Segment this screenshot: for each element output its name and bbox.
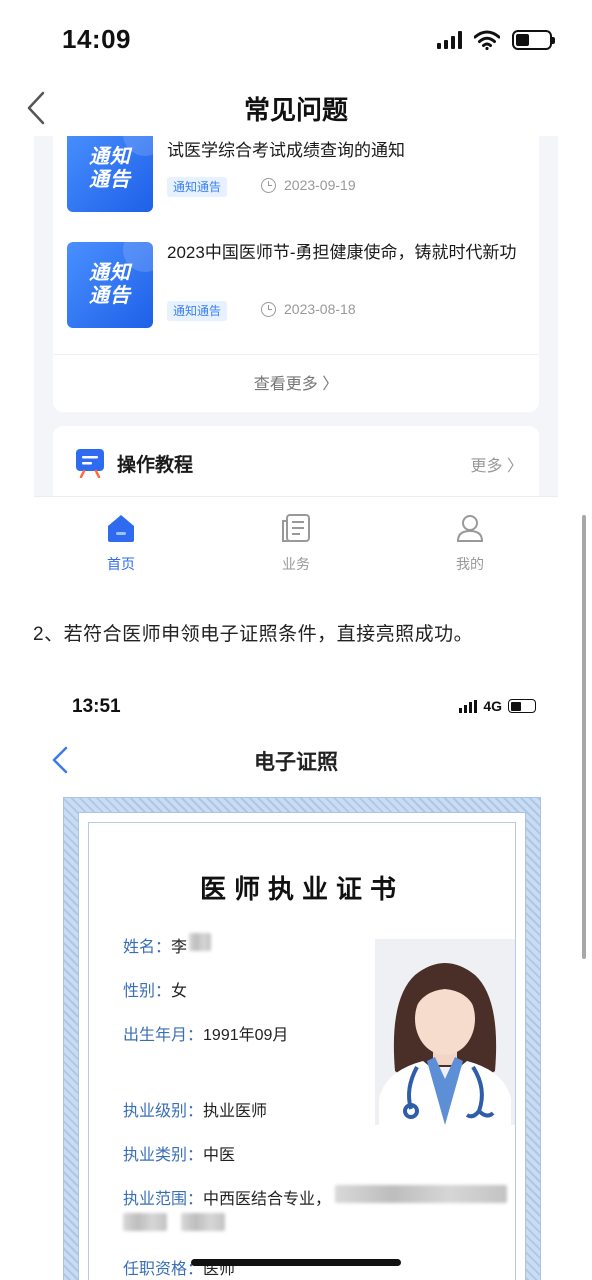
field-value: 中医 [203,1147,236,1164]
redacted-blur [335,1185,508,1203]
news-tag: 通知通告 [167,301,228,321]
page-header: 常见问题 [0,80,592,136]
divider [53,354,539,355]
field-label: 执业范围： [123,1191,204,1208]
field-value: 女 [171,983,188,1000]
thumbnail-text: 通知 通告 [89,146,131,191]
network-label: 4G [483,698,502,714]
status-time: 13:51 [72,696,121,717]
signal-icon [459,699,478,713]
news-date-text: 2023-09-19 [284,177,356,193]
news-item[interactable]: 通知 通告 国家医学考试中心关于开通2023年医师资格考试医学综合考试成绩查询的… [67,136,527,216]
news-card: 通知 通告 国家医学考试中心关于开通2023年医师资格考试医学综合考试成绩查询的… [53,136,539,412]
field-value: 中西医结合专业， [203,1191,332,1208]
clock-icon [261,177,276,193]
status-icons [437,28,555,52]
field-label: 执业类别： [123,1147,204,1164]
embedded-screenshot-home: 通知 通告 国家医学考试中心关于开通2023年医师资格考试医学综合考试成绩查询的… [34,136,558,598]
home-icon [108,515,134,542]
redacted-blur [181,1213,225,1231]
news-thumbnail: 通知 通告 [67,136,153,212]
cert-field-scope: 执业范围： 中西医结合专业， [123,1185,508,1209]
screen-title: 电子证照 [254,751,338,774]
tab-business[interactable]: 业务 [236,513,356,573]
tab-label: 业务 [282,556,310,572]
wifi-icon [474,30,500,50]
news-date: 2023-08-18 [261,300,356,318]
field-label: 姓名： [123,939,172,956]
redacted-row [123,1213,225,1231]
news-date-text: 2023-08-18 [284,301,356,317]
see-more-link[interactable]: 查看更多 〉 [53,370,539,394]
field-value: 李 [171,939,188,956]
field-value: 执业医师 [203,1103,268,1120]
document-icon [282,514,310,542]
news-date: 2023-09-19 [261,176,356,194]
embedded-screenshot-license: 13:51 4G 电子证照 医师执业证书 姓名： 李 性别： 女 出生年月： 1… [34,676,558,1280]
field-value: 1991年09月 [203,1027,289,1044]
field-label: 性别： [123,983,172,1000]
news-item[interactable]: 通知 通告 2023中国医师节-勇担健康使命，铸就时代新功 通知通告 2023-… [67,242,527,332]
tutorial-icon [76,449,104,478]
cert-field-birth: 出生年月： 1991年09月 [123,1021,288,1045]
cert-field-gender: 性别： 女 [123,977,187,1001]
status-bar: 14:09 [0,0,592,80]
news-title: 2023中国医师节-勇担健康使命，铸就时代新功 [167,243,517,262]
scroll-indicator [582,515,586,959]
cert-field-name: 姓名： 李 [123,933,212,957]
tab-home[interactable]: 首页 [61,513,181,573]
license-certificate: 医师执业证书 姓名： 李 性别： 女 出生年月： 1991年09月 执业级别： … [64,798,540,1280]
user-icon [456,515,484,542]
news-title: 国家医学考试中心关于开通2023年医师资格考试医学综合考试成绩查询的通知 [167,136,511,160]
status-time: 14:09 [62,24,131,54]
tab-mine[interactable]: 我的 [410,513,530,573]
tutorial-card: 操作教程 更多 〉 [53,426,539,506]
tab-label: 首页 [107,556,135,572]
doctor-photo [375,939,515,1125]
news-tag: 通知通告 [167,177,228,197]
thumbnail-text: 通知 通告 [89,262,131,307]
redacted-blur [123,1213,167,1231]
signal-icon [437,31,462,49]
field-label: 出生年月： [123,1027,204,1044]
cert-field-category: 执业类别： 中医 [123,1141,235,1165]
battery-icon [508,699,536,713]
redacted-blur [189,933,212,951]
tutorial-more-link[interactable]: 更多 〉 [471,452,523,476]
home-indicator [191,1259,401,1266]
tab-bar: 首页 业务 我的 [34,496,558,598]
tab-label: 我的 [456,556,484,572]
tutorial-title: 操作教程 [117,455,194,476]
certificate-inner-border: 医师执业证书 姓名： 李 性别： 女 出生年月： 1991年09月 执业级别： … [88,822,516,1280]
news-thumbnail: 通知 通告 [67,242,153,328]
page-title: 常见问题 [243,95,348,125]
doctor-avatar-illustration [375,939,515,1125]
status-icons: 4G [459,698,536,714]
clock-icon [261,301,276,317]
certificate-title: 医师执业证书 [199,874,404,904]
field-label: 执业级别： [123,1103,204,1120]
field-label: 任职资格： [123,1261,204,1278]
battery-icon [512,30,555,50]
article-step-text: 2、若符合医师申领电子证照条件，直接亮照成功。 [33,624,474,645]
cert-field-level: 执业级别： 执业医师 [123,1097,267,1121]
